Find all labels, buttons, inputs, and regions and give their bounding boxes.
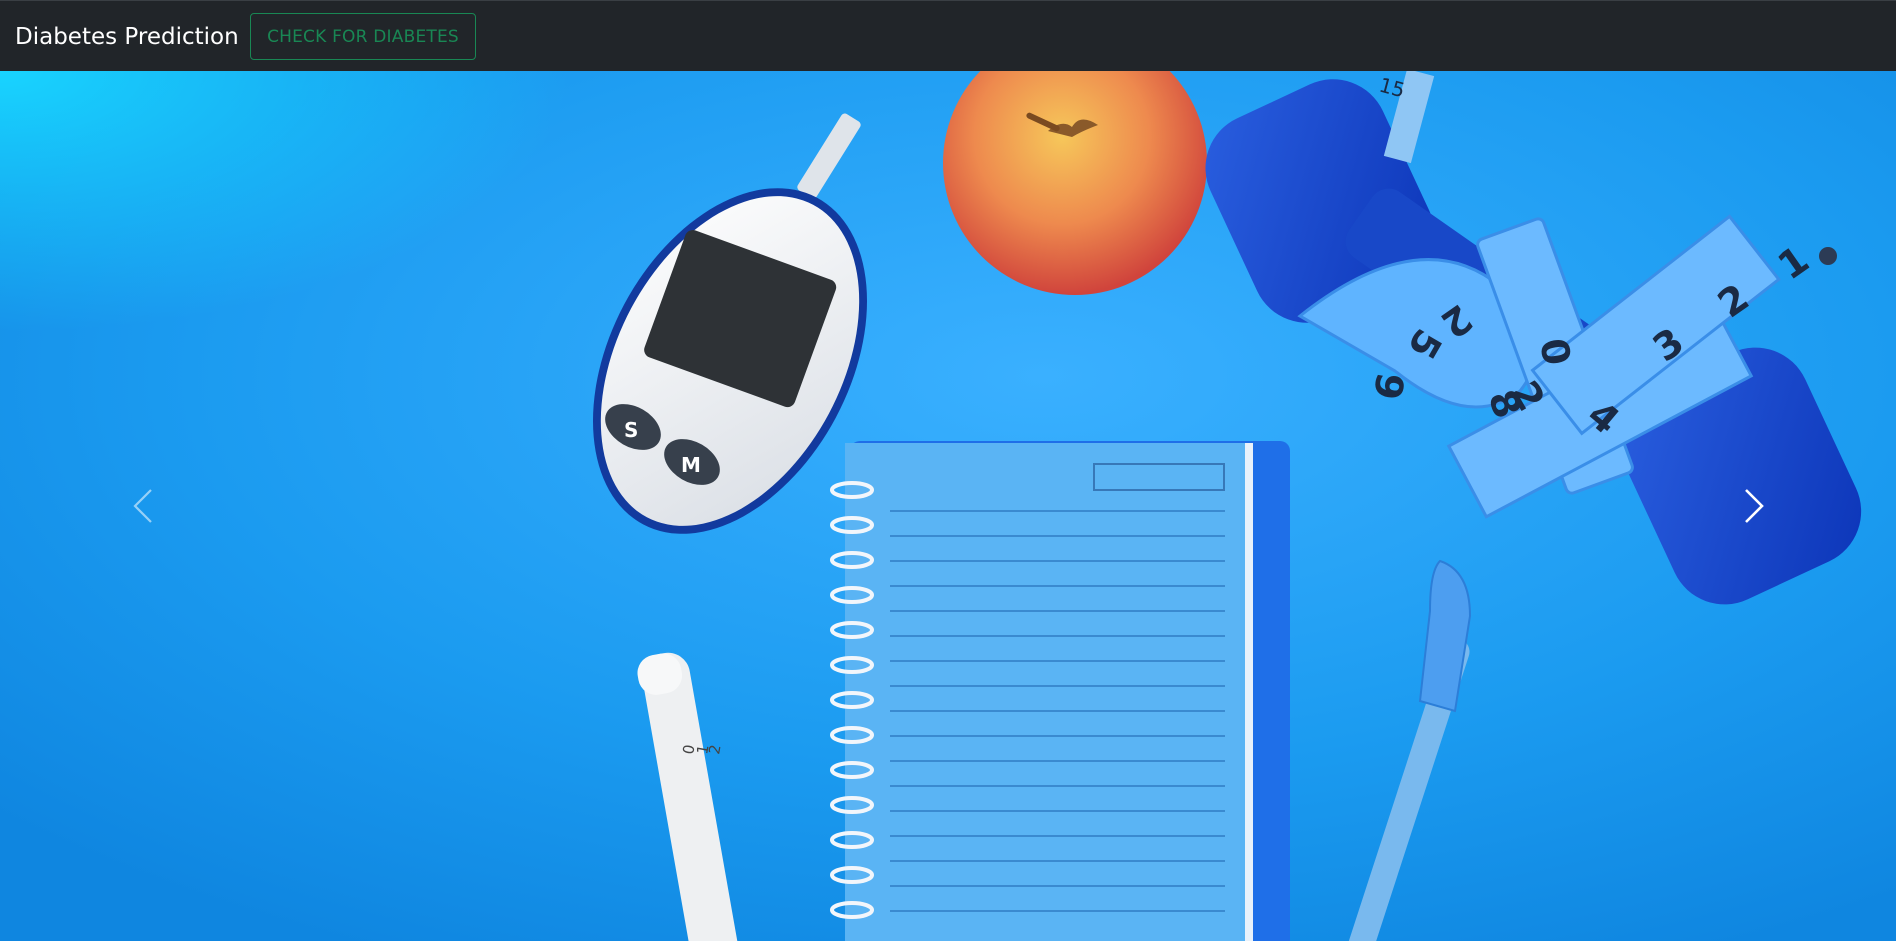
hero-carousel: S M 1 2 3 4 2 0 5 2 9 8 15 0 1 2: [0, 71, 1896, 941]
navbar-brand[interactable]: Diabetes Prediction: [15, 22, 239, 52]
meter-s-button-label: S: [624, 418, 638, 442]
chevron-right-icon: [1744, 489, 1764, 523]
meter-m-button-label: M: [681, 453, 701, 477]
carousel-next-button[interactable]: [1611, 71, 1896, 941]
chevron-left-icon: [132, 489, 152, 523]
notebook: [830, 441, 1290, 941]
carousel-prev-button[interactable]: [0, 71, 285, 941]
navbar: Diabetes Prediction CHECK FOR DIABETES: [0, 0, 1896, 71]
check-for-diabetes-button[interactable]: CHECK FOR DIABETES: [250, 13, 476, 60]
